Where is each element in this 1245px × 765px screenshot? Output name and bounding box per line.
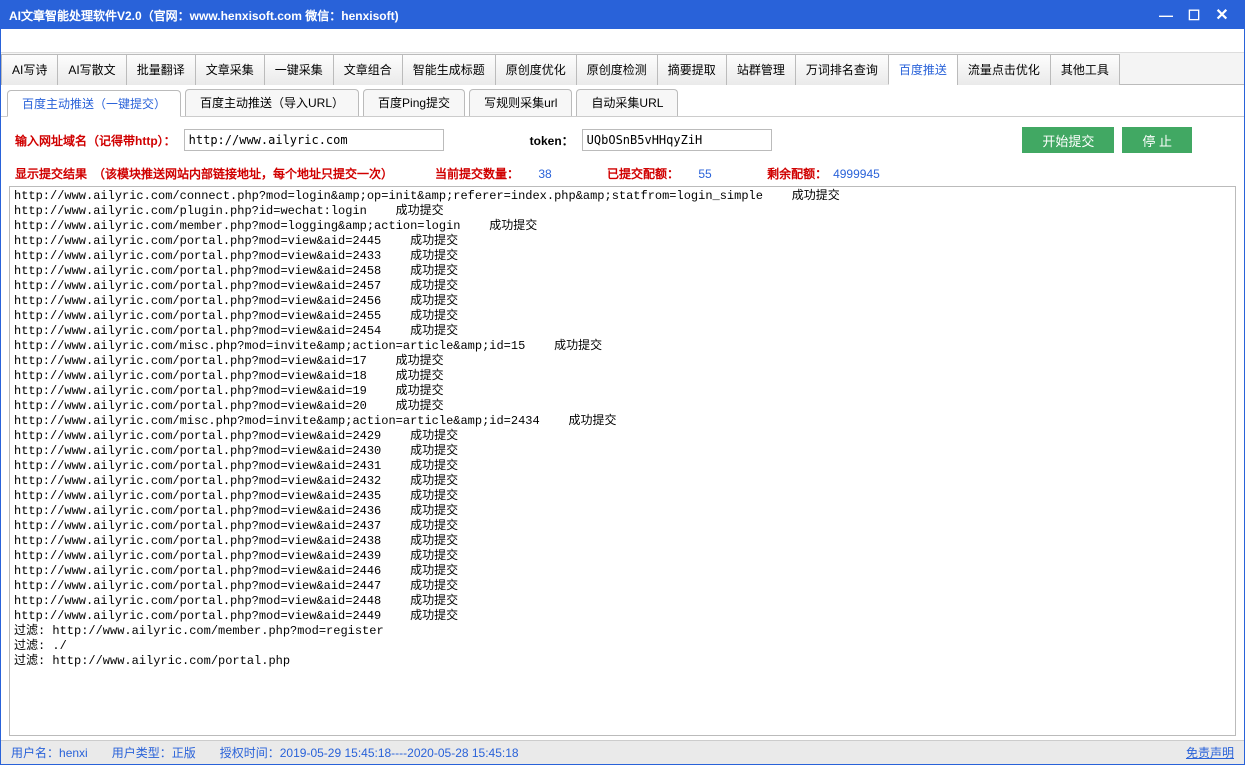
domain-label: 输入网址域名（记得带http）： bbox=[15, 132, 176, 149]
footer-user: 用户名：henxi bbox=[11, 744, 88, 761]
stop-button[interactable]: 停 止 bbox=[1122, 127, 1192, 153]
log-line: http://www.ailyric.com/portal.php?mod=vi… bbox=[14, 249, 1231, 264]
main-tab-11[interactable]: 万词排名查询 bbox=[795, 54, 889, 85]
remain-quota-label: 剩余配额： bbox=[767, 165, 827, 182]
main-tab-5[interactable]: 文章组合 bbox=[333, 54, 403, 85]
log-line: http://www.ailyric.com/portal.php?mod=vi… bbox=[14, 504, 1231, 519]
minimize-button[interactable]: — bbox=[1152, 5, 1180, 25]
submitted-quota-value: 55 bbox=[685, 167, 725, 181]
submitted-quota-label: 已提交配额： bbox=[607, 165, 679, 182]
main-tab-13[interactable]: 流量点击优化 bbox=[957, 54, 1051, 85]
main-tab-6[interactable]: 智能生成标题 bbox=[402, 54, 496, 85]
log-line: http://www.ailyric.com/portal.php?mod=vi… bbox=[14, 564, 1231, 579]
log-line: http://www.ailyric.com/portal.php?mod=vi… bbox=[14, 549, 1231, 564]
main-tab-3[interactable]: 文章采集 bbox=[195, 54, 265, 85]
log-line: http://www.ailyric.com/portal.php?mod=vi… bbox=[14, 579, 1231, 594]
disclaimer-link[interactable]: 免责声明 bbox=[1186, 744, 1234, 761]
footer-type: 用户类型：正版 bbox=[112, 744, 196, 761]
token-label: token： bbox=[530, 132, 574, 149]
maximize-button[interactable]: ☐ bbox=[1180, 5, 1208, 25]
log-line: http://www.ailyric.com/plugin.php?id=wec… bbox=[14, 204, 1231, 219]
main-tab-1[interactable]: AI写散文 bbox=[57, 54, 126, 85]
main-tab-8[interactable]: 原创度检测 bbox=[576, 54, 658, 85]
log-line: http://www.ailyric.com/portal.php?mod=vi… bbox=[14, 609, 1231, 624]
sub-tab-1[interactable]: 百度主动推送（导入URL） bbox=[185, 89, 359, 116]
log-line: http://www.ailyric.com/portal.php?mod=vi… bbox=[14, 324, 1231, 339]
footer-auth: 授权时间：2019-05-29 15:45:18----2020-05-28 1… bbox=[220, 744, 519, 761]
log-line: http://www.ailyric.com/portal.php?mod=vi… bbox=[14, 279, 1231, 294]
log-line: http://www.ailyric.com/portal.php?mod=vi… bbox=[14, 489, 1231, 504]
result-label: 显示提交结果 bbox=[15, 165, 87, 182]
log-line: 过滤: http://www.ailyric.com/member.php?mo… bbox=[14, 624, 1231, 639]
log-line: http://www.ailyric.com/portal.php?mod=vi… bbox=[14, 459, 1231, 474]
window-title: AI文章智能处理软件V2.0（官网：www.henxisoft.com 微信：h… bbox=[9, 7, 1152, 24]
sub-tab-4[interactable]: 自动采集URL bbox=[576, 89, 678, 116]
remain-quota-value: 4999945 bbox=[833, 167, 880, 181]
main-tab-14[interactable]: 其他工具 bbox=[1050, 54, 1120, 85]
app-window: AI文章智能处理软件V2.0（官网：www.henxisoft.com 微信：h… bbox=[0, 0, 1245, 765]
main-tab-10[interactable]: 站群管理 bbox=[726, 54, 796, 85]
log-line: 过滤: ./ bbox=[14, 639, 1231, 654]
main-tab-7[interactable]: 原创度优化 bbox=[495, 54, 577, 85]
log-line: http://www.ailyric.com/portal.php?mod=vi… bbox=[14, 594, 1231, 609]
main-tab-2[interactable]: 批量翻译 bbox=[126, 54, 196, 85]
status-row: 显示提交结果 （该模块推送网站内部链接地址，每个地址只提交一次） 当前提交数量：… bbox=[1, 163, 1244, 186]
current-count-value: 38 bbox=[525, 167, 565, 181]
domain-input[interactable] bbox=[184, 129, 444, 151]
log-line: http://www.ailyric.com/portal.php?mod=vi… bbox=[14, 519, 1231, 534]
log-line: http://www.ailyric.com/portal.php?mod=vi… bbox=[14, 384, 1231, 399]
log-line: http://www.ailyric.com/portal.php?mod=vi… bbox=[14, 444, 1231, 459]
status-bar: 用户名：henxi 用户类型：正版 授权时间：2019-05-29 15:45:… bbox=[1, 740, 1244, 764]
close-button[interactable]: ✕ bbox=[1208, 5, 1236, 25]
sub-tab-0[interactable]: 百度主动推送（一键提交） bbox=[7, 90, 181, 117]
toolbar-spacer bbox=[1, 29, 1244, 53]
log-line: http://www.ailyric.com/portal.php?mod=vi… bbox=[14, 534, 1231, 549]
main-tab-12[interactable]: 百度推送 bbox=[888, 54, 958, 85]
start-submit-button[interactable]: 开始提交 bbox=[1022, 127, 1114, 153]
log-line: http://www.ailyric.com/misc.php?mod=invi… bbox=[14, 339, 1231, 354]
log-line: http://www.ailyric.com/portal.php?mod=vi… bbox=[14, 369, 1231, 384]
log-line: http://www.ailyric.com/portal.php?mod=vi… bbox=[14, 294, 1231, 309]
log-line: http://www.ailyric.com/portal.php?mod=vi… bbox=[14, 354, 1231, 369]
current-count-label: 当前提交数量： bbox=[435, 165, 519, 182]
log-line: http://www.ailyric.com/portal.php?mod=vi… bbox=[14, 399, 1231, 414]
log-line: http://www.ailyric.com/member.php?mod=lo… bbox=[14, 219, 1231, 234]
main-tab-bar: AI写诗AI写散文批量翻译文章采集一键采集文章组合智能生成标题原创度优化原创度检… bbox=[1, 53, 1244, 85]
token-input[interactable] bbox=[582, 129, 772, 151]
main-tab-4[interactable]: 一键采集 bbox=[264, 54, 334, 85]
sub-tab-2[interactable]: 百度Ping提交 bbox=[363, 89, 465, 116]
titlebar[interactable]: AI文章智能处理软件V2.0（官网：www.henxisoft.com 微信：h… bbox=[1, 1, 1244, 29]
log-textarea[interactable]: http://www.ailyric.com/connect.php?mod=l… bbox=[10, 187, 1235, 735]
log-line: http://www.ailyric.com/portal.php?mod=vi… bbox=[14, 474, 1231, 489]
sub-tab-bar: 百度主动推送（一键提交）百度主动推送（导入URL）百度Ping提交写规则采集ur… bbox=[1, 85, 1244, 117]
input-row: 输入网址域名（记得带http）： token： 开始提交 停 止 bbox=[1, 117, 1244, 163]
sub-tab-3[interactable]: 写规则采集url bbox=[469, 89, 572, 116]
main-tab-9[interactable]: 摘要提取 bbox=[657, 54, 727, 85]
log-line: http://www.ailyric.com/portal.php?mod=vi… bbox=[14, 264, 1231, 279]
log-line: http://www.ailyric.com/portal.php?mod=vi… bbox=[14, 309, 1231, 324]
log-line: http://www.ailyric.com/misc.php?mod=invi… bbox=[14, 414, 1231, 429]
log-line: http://www.ailyric.com/portal.php?mod=vi… bbox=[14, 429, 1231, 444]
result-note: （该模块推送网站内部链接地址，每个地址只提交一次） bbox=[93, 165, 393, 182]
log-line: http://www.ailyric.com/connect.php?mod=l… bbox=[14, 189, 1231, 204]
log-line: http://www.ailyric.com/portal.php?mod=vi… bbox=[14, 234, 1231, 249]
main-tab-0[interactable]: AI写诗 bbox=[1, 54, 58, 85]
log-panel: http://www.ailyric.com/connect.php?mod=l… bbox=[9, 186, 1236, 736]
log-line: 过滤: http://www.ailyric.com/portal.php bbox=[14, 654, 1231, 669]
